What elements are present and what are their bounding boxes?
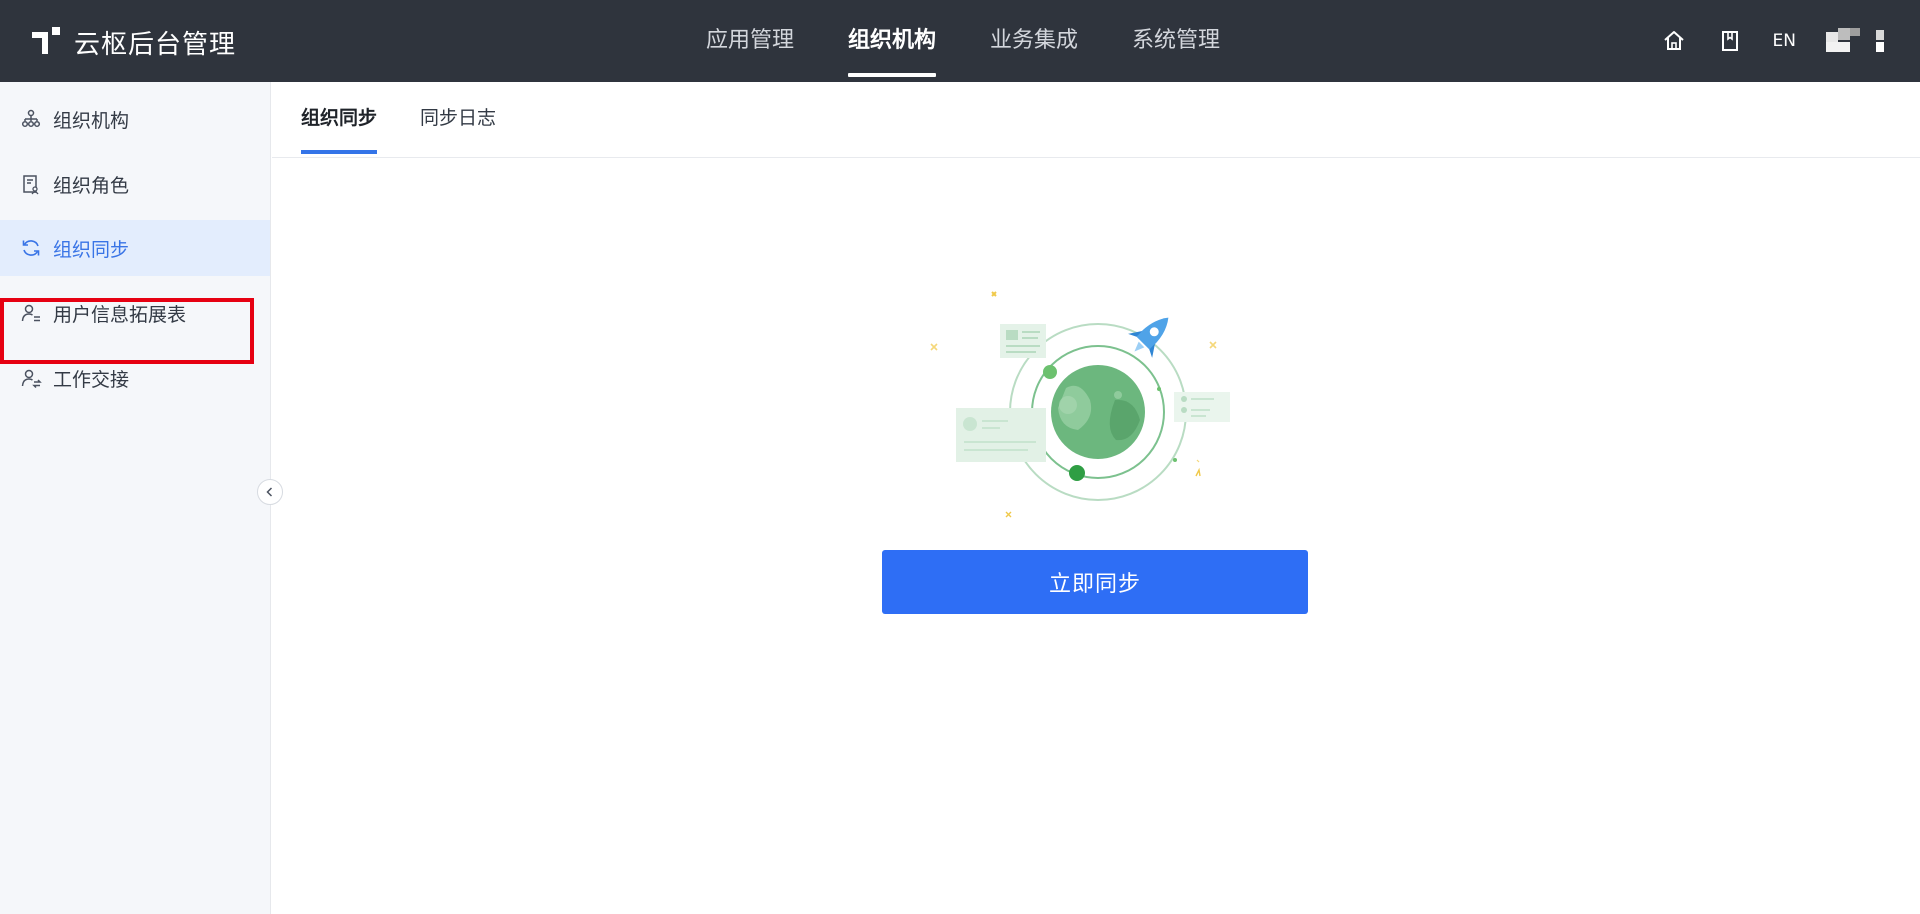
highlight-annotation-box — [0, 298, 254, 364]
tab-org-sync[interactable]: 组织同步 — [301, 82, 378, 158]
sidebar-item-organization[interactable]: 组织机构 — [0, 91, 270, 147]
sidebar-item-label: 组织机构 — [53, 109, 130, 132]
topnav-item-system-management[interactable]: 系统管理 — [1132, 0, 1220, 82]
globe-rocket-illustration — [930, 291, 1230, 518]
top-header: 云枢后台管理 应用管理 组织机构 业务集成 系统管理 EN — [0, 0, 1920, 82]
home-icon[interactable] — [1661, 28, 1687, 54]
role-doc-icon — [23, 175, 39, 195]
topnav-item-business-integration[interactable]: 业务集成 — [990, 0, 1078, 82]
top-actions: EN — [1631, 0, 1886, 82]
user-handover-icon — [21, 369, 42, 389]
user-avatar[interactable] — [1826, 28, 1886, 54]
sidebar: 组织机构 组织角色 组织同步 用户信息拓展表 工作交接 — [0, 82, 271, 914]
topnav-item-organization[interactable]: 组织机构 — [848, 0, 937, 82]
sidebar-item-label: 组织同步 — [53, 238, 130, 261]
sync-now-button[interactable]: 立即同步 — [882, 550, 1308, 614]
sidebar-item-label: 工作交接 — [53, 368, 130, 391]
org-tree-icon — [21, 109, 41, 128]
book-icon[interactable] — [1717, 28, 1743, 54]
top-navigation: 应用管理 组织机构 业务集成 系统管理 — [706, 0, 1274, 82]
brand[interactable]: 云枢后台管理 — [30, 24, 236, 60]
topnav-item-app-management[interactable]: 应用管理 — [706, 0, 794, 82]
brand-logo-icon — [32, 27, 60, 54]
chevron-left-icon — [266, 487, 273, 497]
sidebar-collapse-button[interactable] — [257, 479, 283, 505]
sync-icon — [22, 240, 40, 256]
content-tabs: 组织同步 同步日志 — [272, 82, 1920, 158]
sidebar-item-label: 组织角色 — [53, 174, 130, 197]
brand-title: 云枢后台管理 — [74, 29, 237, 60]
sidebar-item-org-sync[interactable]: 组织同步 — [0, 220, 270, 276]
tab-sync-log[interactable]: 同步日志 — [420, 82, 496, 158]
language-switch[interactable]: EN — [1773, 31, 1796, 51]
sidebar-item-org-role[interactable]: 组织角色 — [0, 156, 270, 212]
